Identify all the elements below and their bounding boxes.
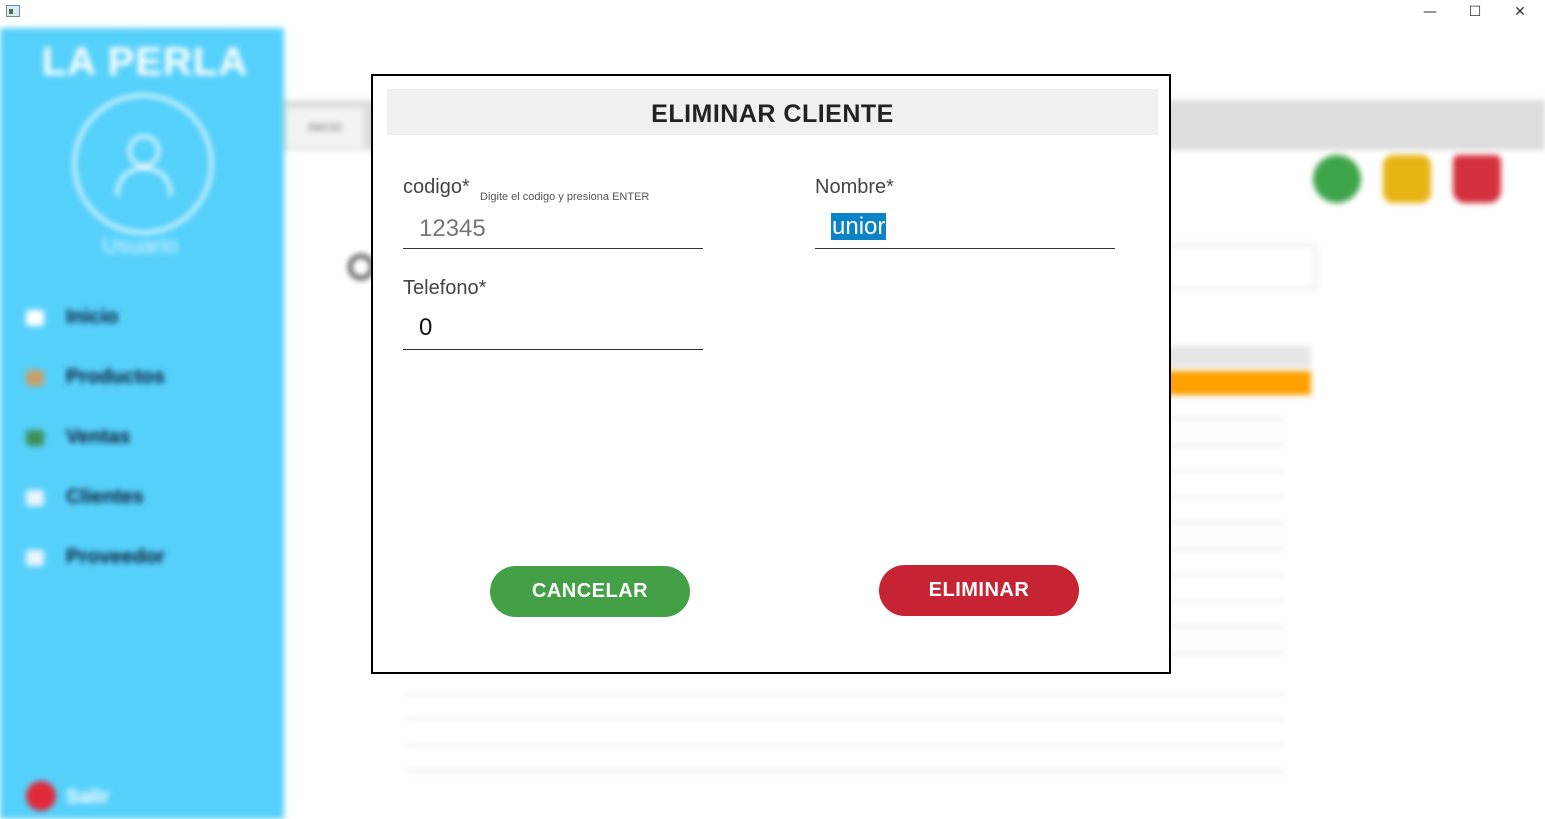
table-row[interactable] [405,744,1285,746]
telefono-value: 0 [419,314,433,341]
user-avatar-icon [73,94,213,234]
table-row[interactable] [1170,600,1285,602]
window-titlebar: — ☐ ✕ [0,0,1545,28]
telefono-label: Telefono* [403,277,487,299]
sidebar-item-label: Clientes [66,486,144,508]
sidebar-item-label: Inicio [66,306,119,328]
table-row[interactable] [405,770,1285,772]
nombre-input[interactable]: unior [815,209,1115,249]
codigo-label: codigo* [403,176,470,198]
edit-icon[interactable] [1383,155,1431,203]
clients-icon [26,490,44,506]
cancel-button[interactable]: CANCELAR [490,566,690,617]
add-icon[interactable] [1313,155,1361,203]
sidebar-item-label: Proveedor [66,546,165,568]
brand-title: LA PERLA [41,40,249,84]
app-icon [6,5,20,17]
tab-inicio[interactable]: INICIO [286,108,364,148]
dialog-title: ELIMINAR CLIENTE [651,100,894,128]
nombre-value: unior [831,213,887,240]
table-row[interactable] [405,693,1285,695]
table-row[interactable] [405,718,1285,720]
maximize-button[interactable]: ☐ [1452,0,1498,26]
sidebar-item-label: Productos [66,366,165,388]
table-header [1165,346,1311,368]
table-row[interactable] [1170,626,1285,628]
table-row[interactable] [1170,652,1285,654]
codigo-input[interactable] [403,209,703,249]
table-row[interactable] [1170,522,1285,524]
codigo-hint: Digite el codigo y presiona ENTER [480,191,650,203]
sales-icon [26,430,44,446]
search-input[interactable] [1165,244,1317,290]
table-row-selected[interactable] [1165,371,1311,395]
sidebar: LA PERLA Usuario Inicio Productos Ventas… [0,28,284,819]
minimize-button[interactable]: — [1407,0,1453,26]
table-row[interactable] [1170,574,1285,576]
supplier-icon [26,550,44,566]
table-row[interactable] [1170,470,1285,472]
delete-client-dialog: ELIMINAR CLIENTE codigo* Digite el codig… [371,74,1171,674]
exit-label[interactable]: Salir [66,786,109,809]
home-icon [26,310,44,326]
table-row[interactable] [1170,418,1285,420]
nombre-label: Nombre* [815,176,894,198]
table-row[interactable] [1170,444,1285,446]
table-row[interactable] [1170,548,1285,550]
telefono-input[interactable]: 0 [403,310,703,350]
trash-icon[interactable] [1453,155,1501,203]
dialog-header: ELIMINAR CLIENTE [387,89,1158,135]
table-row[interactable] [1170,496,1285,498]
close-button[interactable]: ✕ [1497,0,1543,26]
products-icon [26,370,44,386]
exit-icon[interactable] [26,781,56,811]
user-label: Usuario [102,233,178,258]
sidebar-item-label: Ventas [66,426,131,448]
delete-button[interactable]: ELIMINAR [879,565,1079,616]
